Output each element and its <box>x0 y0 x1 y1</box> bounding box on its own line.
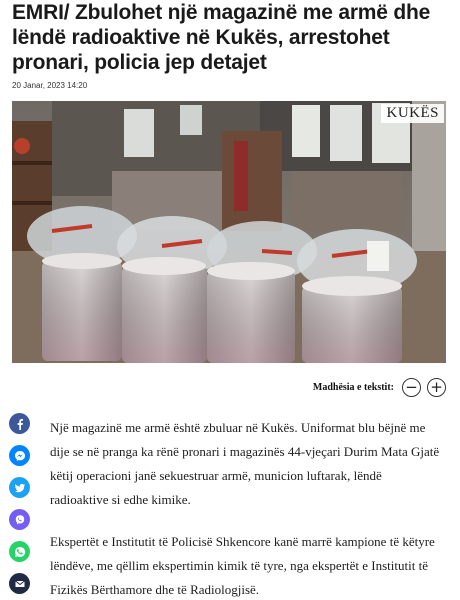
article-body: Një magazinë me armë është zbuluar në Ku… <box>50 416 442 600</box>
font-size-control: Madhësia e tekstit: − + <box>313 377 446 397</box>
decrease-font-button[interactable]: − <box>402 377 421 397</box>
share-viber-button[interactable] <box>9 509 30 530</box>
share-whatsapp-button[interactable] <box>9 541 30 562</box>
whatsapp-icon <box>14 546 25 557</box>
photo-location-caption: KUKËS <box>381 104 444 123</box>
email-icon <box>14 580 25 587</box>
photo-illustration <box>12 101 446 363</box>
share-facebook-button[interactable] <box>9 413 30 434</box>
article-date: 20 Janar, 2023 14:20 <box>12 81 88 90</box>
share-sidebar <box>9 413 31 594</box>
messenger-icon <box>14 450 25 461</box>
viber-icon <box>15 514 24 524</box>
increase-font-button[interactable]: + <box>427 377 446 397</box>
share-twitter-button[interactable] <box>9 477 30 498</box>
article-photo: KUKËS <box>12 101 446 363</box>
facebook-icon <box>17 418 23 430</box>
font-size-label: Madhësia e tekstit: <box>312 381 394 393</box>
article-headline: EMRI/ Zbulohet një magazinë me armë dhe … <box>12 1 431 74</box>
article-paragraph-1: Një magazinë me armë është zbuluar në Ku… <box>50 420 440 507</box>
share-email-button[interactable] <box>9 573 30 594</box>
twitter-icon <box>14 483 25 492</box>
article-paragraph-2: Ekspertët e Institutit të Policisë Shken… <box>50 534 435 597</box>
share-messenger-button[interactable] <box>9 445 30 466</box>
